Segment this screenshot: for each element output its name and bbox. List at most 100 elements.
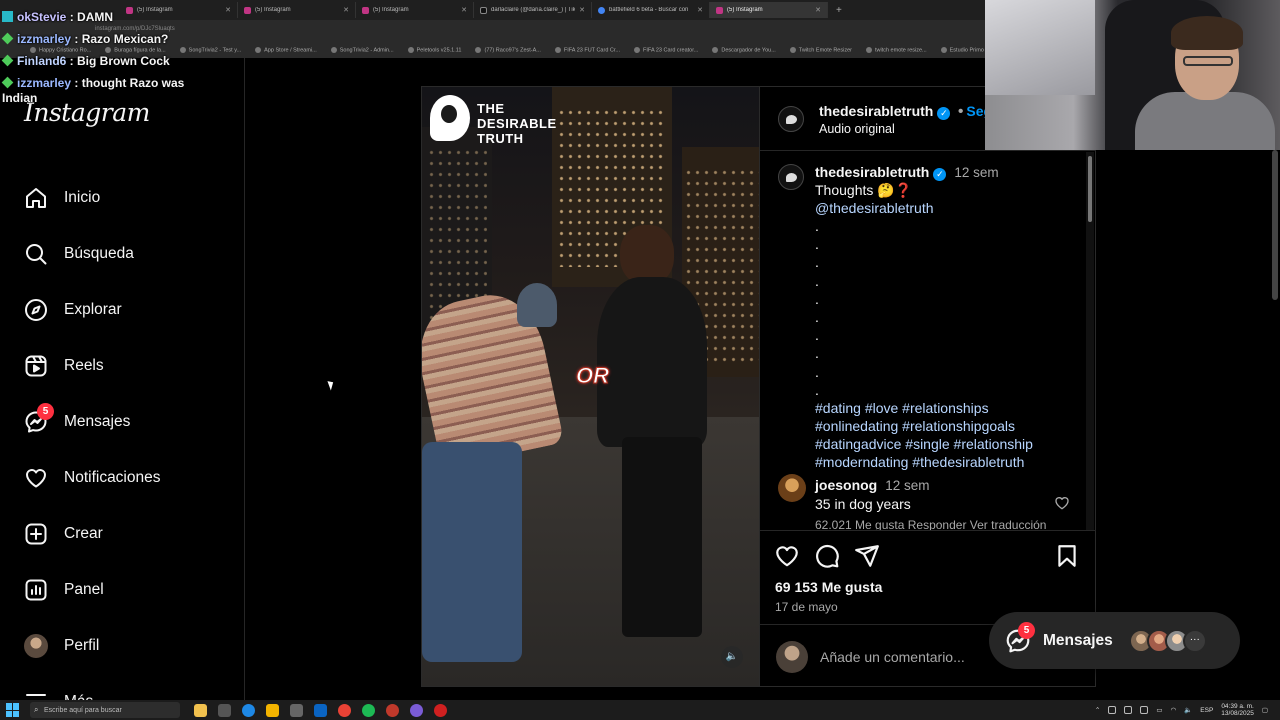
heart-icon — [24, 466, 48, 490]
system-tray: ⌃ ▭ ◠ 🔈 ESP 04:39 a. m. 13/08/2025 ▢ — [1095, 703, 1280, 717]
sparkle-icon[interactable] — [194, 703, 207, 717]
author-avatar[interactable] — [778, 106, 804, 132]
hashtag-line[interactable]: #datingadvice #single #relationship — [815, 435, 1085, 453]
like-icon[interactable] — [774, 543, 800, 569]
scrollbar-thumb[interactable] — [1088, 156, 1092, 222]
hashtag-line[interactable]: #dating #love #relationships — [815, 399, 1085, 417]
language-indicator[interactable]: ESP — [1200, 707, 1213, 714]
tray-app-icon[interactable] — [1108, 706, 1117, 714]
bookmark-item[interactable]: SongTrivia2 - Admin... — [331, 47, 394, 53]
like-comment-icon[interactable] — [1054, 495, 1070, 511]
browser-tab[interactable]: (5) Instagram ✕ — [238, 2, 356, 18]
windows-start-icon[interactable] — [6, 703, 20, 717]
hashtag-line[interactable]: #onlinedating #relationshipgoals — [815, 417, 1085, 435]
taskbar-search[interactable]: Escribe aquí para buscar — [30, 702, 180, 718]
browser-tab-active[interactable]: (5) Instagram ✕ — [710, 2, 828, 18]
webcam-overlay — [985, 0, 1280, 150]
avatar — [24, 634, 48, 658]
sidebar-item-busqueda[interactable]: Búsqueda — [0, 226, 244, 282]
search-icon — [24, 242, 48, 266]
caption-author[interactable]: thedesirabletruth — [815, 164, 929, 180]
bookmark-item[interactable]: Descargador de You... — [712, 47, 775, 53]
comment-meta[interactable]: 62.021 Me gusta Responder Ver traducción — [815, 518, 1046, 530]
close-icon[interactable]: ✕ — [461, 6, 467, 14]
comment-username[interactable]: joesonog — [815, 477, 877, 493]
instagram-favicon-icon — [716, 6, 723, 14]
battery-icon[interactable]: ▭ — [1156, 706, 1162, 714]
author-avatar[interactable] — [778, 164, 804, 190]
sidebar-item-perfil[interactable]: Perfil — [0, 618, 244, 674]
diamond-badge-icon — [1, 76, 14, 89]
media-brand-text: THE DESIRABLE TRUTH — [477, 101, 557, 146]
comments-list: thedesirabletruth ✓ 12 sem Thoughts 🤔❓ @th… — [760, 152, 1096, 530]
sidebar-item-notificaciones[interactable]: Notificaciones — [0, 450, 244, 506]
diamond-badge-icon — [1, 32, 14, 45]
opera-icon[interactable] — [434, 703, 447, 717]
bookmark-item[interactable]: App Store / Streami... — [255, 47, 317, 53]
browser-tab[interactable]: (5) Instagram ✕ — [356, 2, 474, 18]
scrollbar-track[interactable] — [1086, 152, 1094, 530]
notifications-icon[interactable]: ▢ — [1262, 706, 1268, 714]
person-jeans — [422, 442, 522, 662]
save-icon[interactable] — [1054, 543, 1080, 569]
volume-icon[interactable]: 🔈 — [1184, 706, 1192, 714]
edge-icon[interactable] — [242, 703, 255, 717]
bookmark-item[interactable]: twitch emote resize... — [866, 47, 927, 53]
wifi-icon[interactable]: ◠ — [1171, 706, 1177, 714]
close-icon[interactable]: ✕ — [697, 6, 703, 14]
page-scrollbar[interactable] — [1272, 150, 1278, 300]
new-tab-icon[interactable]: + — [828, 5, 842, 16]
browser-tab[interactable]: darlaclaire (@daria.claire_) | Tik ✕ — [474, 2, 592, 18]
bookmark-item[interactable]: FIFA 23 Card creator... — [634, 47, 698, 53]
bookmark-item[interactable]: Peletools v25.1.11 — [408, 47, 462, 53]
reels-icon — [24, 354, 48, 378]
bookmark-item[interactable]: (77) Raco97's Zest-A... — [475, 47, 540, 53]
person-head — [620, 225, 674, 285]
mute-button[interactable]: 🔈 — [721, 646, 743, 668]
store-icon[interactable] — [290, 703, 303, 717]
sidebar-item-mensajes[interactable]: 5 Mensajes — [0, 394, 244, 450]
sidebar-item-inicio[interactable]: Inicio — [0, 170, 244, 226]
caption-dot: . — [815, 272, 819, 289]
bookmark-item[interactable]: Estudio Primo — [941, 47, 984, 53]
clock[interactable]: 04:39 a. m. 13/08/2025 — [1221, 703, 1254, 717]
chevron-up-icon[interactable]: ⌃ — [1095, 706, 1100, 714]
sidebar-nav: Inicio Búsqueda Explorar Reels 5 Mensaje… — [0, 170, 244, 720]
mention-link[interactable]: @thedesirabletruth — [815, 199, 1085, 217]
obs-icon[interactable] — [386, 703, 399, 717]
notification-badge: 5 — [1018, 621, 1035, 639]
likes-count[interactable]: 69 153 Me gusta — [775, 579, 882, 595]
post-video[interactable]: THE DESIRABLE TRUTH OR 🔈 — [421, 86, 760, 687]
audio-link[interactable]: Audio original — [819, 122, 895, 136]
more-icon: ··· — [1182, 628, 1207, 653]
discord-icon[interactable] — [410, 703, 423, 717]
close-icon[interactable]: ✕ — [815, 6, 821, 14]
comment-text: 35 in dog years — [815, 496, 911, 512]
author-username[interactable]: thedesirabletruth — [819, 103, 933, 119]
tray-app-icon[interactable] — [1124, 706, 1133, 714]
browser-tab[interactable]: battlefield 6 beta - Buscar con ✕ — [592, 2, 710, 18]
bookmark-item[interactable]: FIFA 23 FUT Card Cr... — [555, 47, 620, 53]
chrome-icon[interactable] — [338, 703, 351, 717]
post-actions: 69 153 Me gusta 17 de mayo — [760, 530, 1096, 624]
sidebar-item-crear[interactable]: Crear — [0, 506, 244, 562]
bookmark-item[interactable]: Twitch Emote Resizer — [790, 47, 852, 53]
file-explorer-icon[interactable] — [266, 703, 279, 717]
sidebar: Instagram Inicio Búsqueda Explorar Reels… — [0, 58, 245, 710]
messenger-icon: 5 — [24, 403, 54, 434]
floating-messages-button[interactable]: 5 Mensajes ··· — [989, 612, 1240, 669]
spotify-icon[interactable] — [362, 703, 375, 717]
comment-icon[interactable] — [814, 543, 840, 569]
sidebar-item-reels[interactable]: Reels — [0, 338, 244, 394]
close-icon[interactable]: ✕ — [579, 6, 585, 14]
share-icon[interactable] — [854, 543, 880, 569]
commenter-avatar[interactable] — [778, 474, 806, 502]
taskbar-apps — [194, 703, 447, 717]
tray-app-icon[interactable] — [1140, 706, 1149, 714]
task-view-icon[interactable] — [218, 703, 231, 717]
close-icon[interactable]: ✕ — [343, 6, 349, 14]
hashtag-line[interactable]: #moderndating #thedesirabletruth — [815, 453, 1085, 471]
sidebar-item-explorar[interactable]: Explorar — [0, 282, 244, 338]
outlook-icon[interactable] — [314, 703, 327, 717]
sidebar-item-panel[interactable]: Panel — [0, 562, 244, 618]
